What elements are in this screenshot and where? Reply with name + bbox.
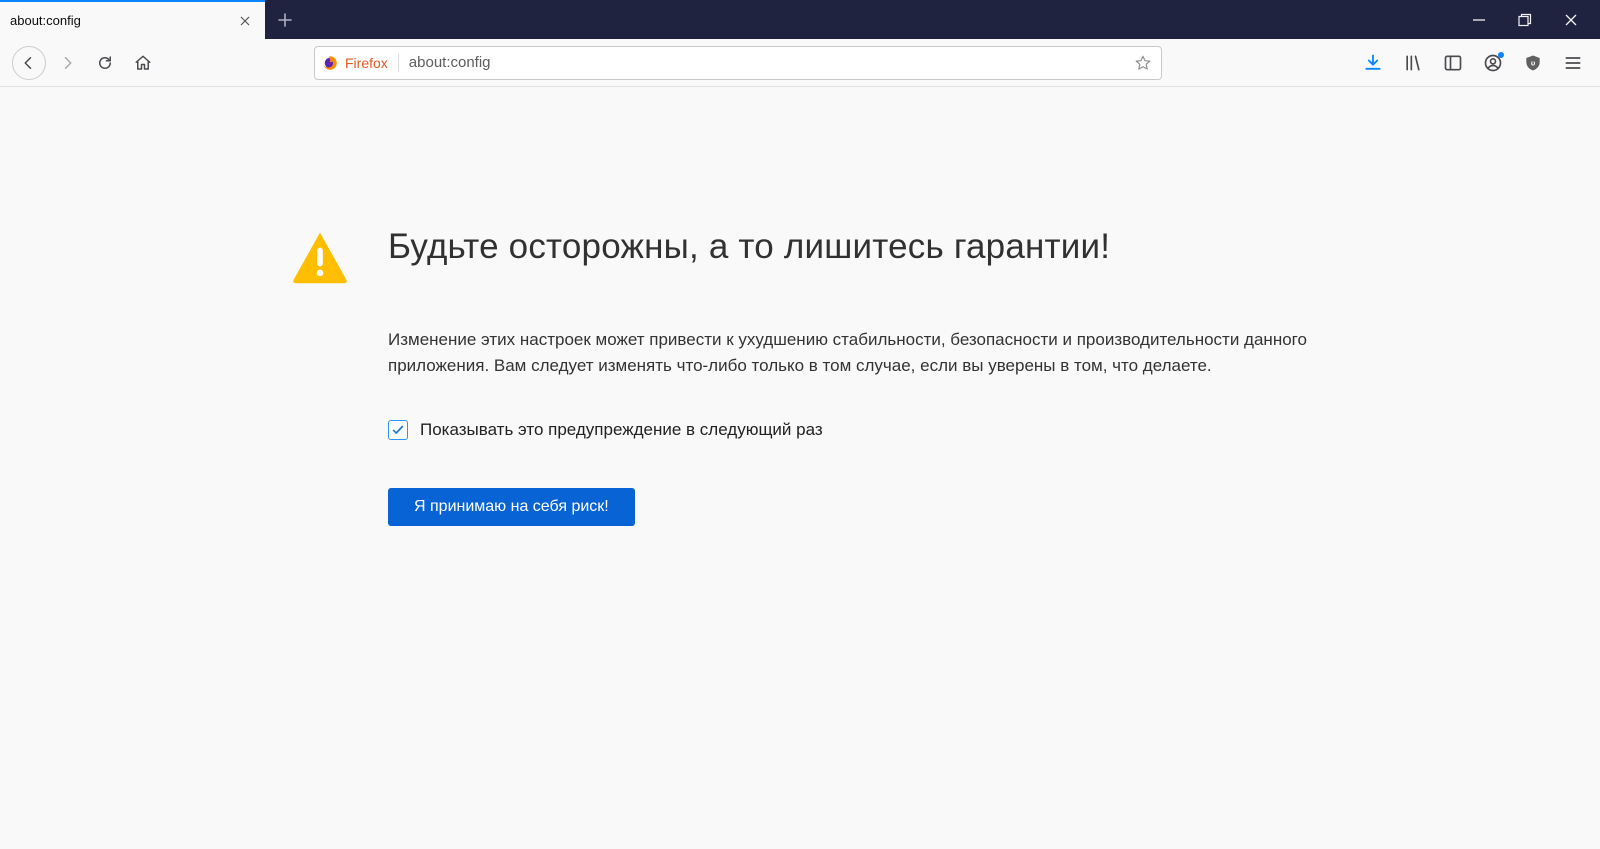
identity-label: Firefox (345, 55, 388, 71)
show-warning-checkbox-label: Показывать это предупреждение в следующи… (420, 420, 823, 440)
sidebar-button[interactable] (1438, 48, 1468, 78)
warning-icon (290, 227, 350, 292)
window-close-icon[interactable] (1562, 11, 1580, 29)
show-warning-checkbox-row: Показывать это предупреждение в следующи… (388, 420, 1308, 440)
app-menu-button[interactable] (1558, 48, 1588, 78)
forward-button[interactable] (50, 46, 84, 80)
window-minimize-icon[interactable] (1470, 11, 1488, 29)
library-button[interactable] (1398, 48, 1428, 78)
page-content: Будьте осторожны, а то лишитесь гарантии… (0, 87, 1600, 526)
ublock-shield-icon[interactable]: υ (1518, 48, 1548, 78)
back-button[interactable] (12, 46, 46, 80)
window-maximize-icon[interactable] (1516, 11, 1534, 29)
firefox-logo-icon (321, 54, 339, 72)
show-warning-checkbox[interactable] (388, 420, 408, 440)
tabstrip-spacer (305, 0, 1470, 39)
toolbar-right-icons: υ (1338, 48, 1588, 78)
active-tab[interactable]: about:config (0, 0, 265, 39)
nav-toolbar: Firefox about:config υ (0, 39, 1600, 87)
close-tab-icon[interactable] (235, 11, 255, 31)
bookmark-star-icon[interactable] (1133, 53, 1153, 73)
url-text: about:config (399, 54, 1133, 71)
accept-risk-button[interactable]: Я принимаю на себя риск! (388, 488, 635, 526)
firefox-account-button[interactable] (1478, 48, 1508, 78)
new-tab-button[interactable] (265, 0, 305, 39)
warning-title: Будьте осторожны, а то лишитесь гарантии… (388, 227, 1308, 267)
window-controls (1470, 0, 1600, 39)
account-notification-dot (1498, 52, 1504, 58)
tab-title: about:config (10, 13, 81, 28)
tab-strip: about:config (0, 0, 1600, 39)
identity-box[interactable]: Firefox (321, 54, 399, 72)
downloads-button[interactable] (1358, 48, 1388, 78)
warning-description: Изменение этих настроек может привести к… (388, 327, 1308, 378)
warning-body: Будьте осторожны, а то лишитесь гарантии… (388, 227, 1308, 526)
home-button[interactable] (126, 46, 160, 80)
svg-text:υ: υ (1531, 58, 1536, 67)
url-bar[interactable]: Firefox about:config (314, 46, 1162, 80)
reload-button[interactable] (88, 46, 122, 80)
warning-block: Будьте осторожны, а то лишитесь гарантии… (290, 227, 1310, 526)
